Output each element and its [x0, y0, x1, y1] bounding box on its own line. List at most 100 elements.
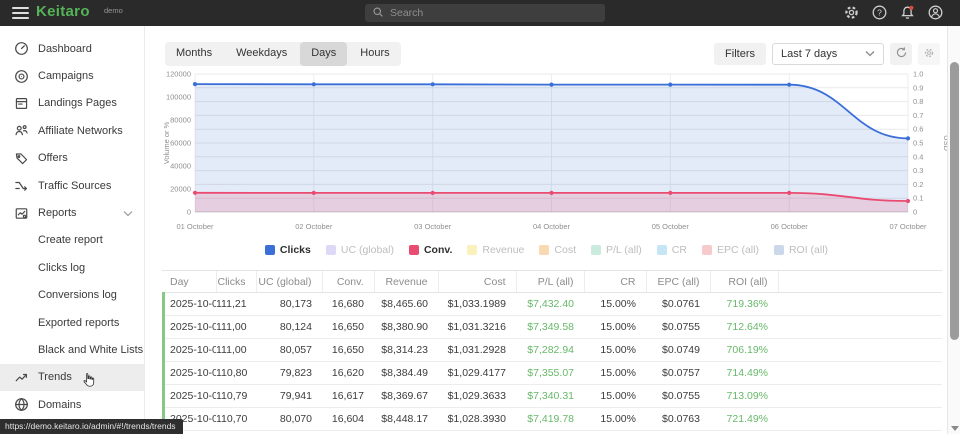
sidebar-item-label: Campaigns: [38, 70, 94, 82]
filters-button[interactable]: Filters: [714, 43, 766, 65]
sidebar-item-exported-reports[interactable]: Exported reports: [0, 309, 144, 336]
column-header-cost: Cost: [438, 271, 516, 293]
table-cell: 721.49%: [710, 408, 778, 431]
legend-label: Cost: [554, 244, 576, 256]
sidebar-item-domains[interactable]: Domains: [0, 391, 144, 418]
table-cell: $0.0762: [646, 431, 710, 434]
notifications-bell-icon[interactable]: [899, 4, 916, 21]
table-cell: 110,80: [216, 362, 256, 385]
chart-settings-button[interactable]: [918, 43, 940, 65]
settings-gear-icon[interactable]: [843, 4, 860, 21]
search-box[interactable]: [365, 4, 605, 22]
trends-table: DayClicksUC (global)Conv.RevenueCostP/L …: [162, 270, 942, 434]
sidebar-item-black-and-white-lists[interactable]: Black and White Lists: [0, 336, 144, 363]
sidebar-item-label: Dashboard: [38, 43, 92, 55]
brand-logo: Keitaro: [36, 3, 90, 20]
table-cell-spacer: [778, 385, 942, 408]
scrollbar-thumb[interactable]: [950, 62, 959, 340]
sidebar-item-label: Domains: [38, 399, 81, 411]
legend-item-revenue[interactable]: Revenue: [467, 244, 524, 256]
tab-months[interactable]: Months: [165, 42, 223, 66]
toolbar: MonthsWeekdaysDaysHours Filters Last 7 d…: [145, 42, 948, 66]
table-cell: 16,604: [322, 408, 374, 431]
legend-item-conv[interactable]: Conv.: [409, 244, 452, 256]
column-header-spacer: [778, 271, 942, 293]
svg-text:Volume or %: Volume or %: [162, 121, 171, 164]
legend-item-cost[interactable]: Cost: [539, 244, 576, 256]
target-icon: [13, 68, 29, 84]
brand-demo-badge: demo: [104, 6, 123, 15]
table-cell: 15.00%: [584, 339, 646, 362]
table-cell: 110,70: [216, 408, 256, 431]
account-icon[interactable]: [927, 4, 944, 21]
sidebar-item-conversions-log[interactable]: Conversions log: [0, 282, 144, 309]
chevron-down-icon: [865, 48, 875, 60]
table-cell-spacer: [778, 316, 942, 339]
sidebar-item-create-report[interactable]: Create report: [0, 227, 144, 254]
svg-text:0: 0: [187, 208, 191, 217]
table-cell: 15.00%: [584, 362, 646, 385]
date-range-select[interactable]: Last 7 days: [772, 43, 884, 65]
help-icon[interactable]: ?: [871, 4, 888, 21]
sidebar-item-clicks-log[interactable]: Clicks log: [0, 254, 144, 281]
legend-item-cr[interactable]: CR: [657, 244, 687, 256]
tab-days[interactable]: Days: [300, 42, 347, 66]
scrollbar-down-arrow-icon[interactable]: [951, 426, 959, 431]
table-cell: 15.00%: [584, 408, 646, 431]
svg-text:0.2: 0.2: [913, 180, 923, 189]
table-row: 2025-10-05110,7979,94116,617$8,369.67$1,…: [162, 385, 942, 408]
trends-chart: 02000040000600008000010000012000000.10.2…: [160, 70, 950, 240]
sidebar-item-label: Traffic Sources: [38, 180, 111, 192]
table-cell: $8,448.17: [374, 408, 438, 431]
tab-hours[interactable]: Hours: [349, 42, 400, 66]
legend-item-roi-all[interactable]: ROI (all): [774, 244, 828, 256]
table-cell: 706.19%: [710, 339, 778, 362]
table-cell: 2025-10-02: [162, 316, 216, 339]
table-cell: 15.00%: [584, 293, 646, 316]
svg-text:0.5: 0.5: [913, 139, 923, 148]
sidebar-item-campaigns[interactable]: Campaigns: [0, 62, 144, 89]
refresh-button[interactable]: [890, 43, 912, 65]
sidebar-item-reports[interactable]: Reports: [0, 199, 144, 226]
legend-label: P/L (all): [606, 244, 642, 256]
legend-label: EPC (all): [717, 244, 759, 256]
sidebar-item-label: Affiliate Networks: [38, 125, 123, 137]
legend-item-p-l-all[interactable]: P/L (all): [591, 244, 642, 256]
table-row: 2025-10-04110,8079,82316,620$8,384.49$1,…: [162, 362, 942, 385]
sidebar-item-dashboard[interactable]: Dashboard: [0, 35, 144, 62]
table-cell: 79,941: [256, 385, 322, 408]
tab-weekdays[interactable]: Weekdays: [225, 42, 298, 66]
sidebar-item-landings-pages[interactable]: Landings Pages: [0, 90, 144, 117]
table-cell: $3,889.69: [516, 431, 584, 434]
legend-item-uc-global[interactable]: UC (global): [326, 244, 394, 256]
column-header-uc-global: UC (global): [256, 271, 322, 293]
table-cell: $0.0755: [646, 316, 710, 339]
table-cell: 15.00%: [584, 385, 646, 408]
vertical-scrollbar[interactable]: [947, 26, 960, 434]
table-cell: 714.49%: [710, 362, 778, 385]
table-cell-spacer: [778, 362, 942, 385]
sidebar-item-offers[interactable]: Offers: [0, 145, 144, 172]
svg-text:100000: 100000: [166, 93, 191, 102]
sidebar-item-affiliate-networks[interactable]: Affiliate Networks: [0, 117, 144, 144]
sidebar-item-label: Create report: [38, 234, 103, 246]
legend-item-clicks[interactable]: Clicks: [265, 244, 311, 256]
sidebar: Dashboard Campaigns Landings Pages Affiliat…: [0, 26, 145, 434]
column-header-cr: CR: [584, 271, 646, 293]
svg-text:60000: 60000: [170, 139, 191, 148]
sidebar-item-trends[interactable]: Trends: [0, 364, 144, 391]
table-cell: 64,38: [216, 431, 256, 434]
legend-label: Conv.: [424, 244, 452, 256]
svg-text:1.0: 1.0: [913, 70, 923, 79]
search-input[interactable]: [390, 7, 580, 19]
gear-icon: [923, 47, 935, 62]
table-cell: $0.0761: [646, 293, 710, 316]
sidebar-item-label: Black and White Lists: [38, 344, 143, 356]
svg-text:0.4: 0.4: [913, 152, 923, 161]
sidebar-item-traffic-sources[interactable]: Traffic Sources: [0, 172, 144, 199]
table-cell: $7,419.78: [516, 408, 584, 431]
sidebar-item-label: Exported reports: [38, 317, 119, 329]
legend-item-epc-all[interactable]: EPC (all): [702, 244, 759, 256]
hamburger-menu-icon[interactable]: [12, 7, 29, 19]
legend-swatch: [774, 245, 784, 255]
